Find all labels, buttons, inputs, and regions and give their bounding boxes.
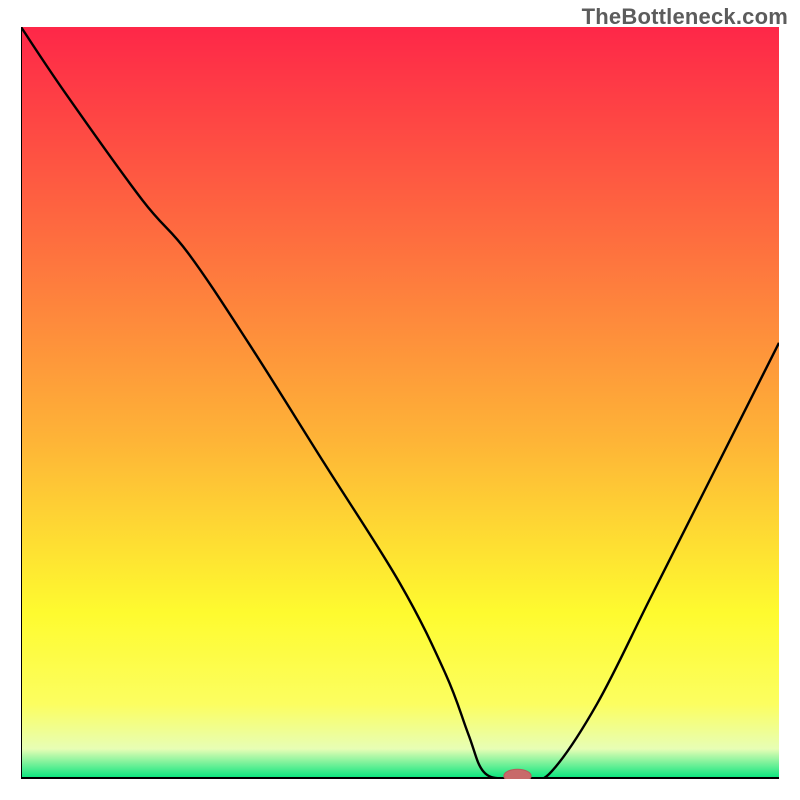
chart-frame: TheBottleneck.com bbox=[0, 0, 800, 800]
chart-svg bbox=[21, 27, 779, 779]
gradient-background bbox=[21, 27, 779, 779]
plot-area bbox=[21, 27, 779, 779]
optimal-point-marker bbox=[504, 769, 531, 779]
